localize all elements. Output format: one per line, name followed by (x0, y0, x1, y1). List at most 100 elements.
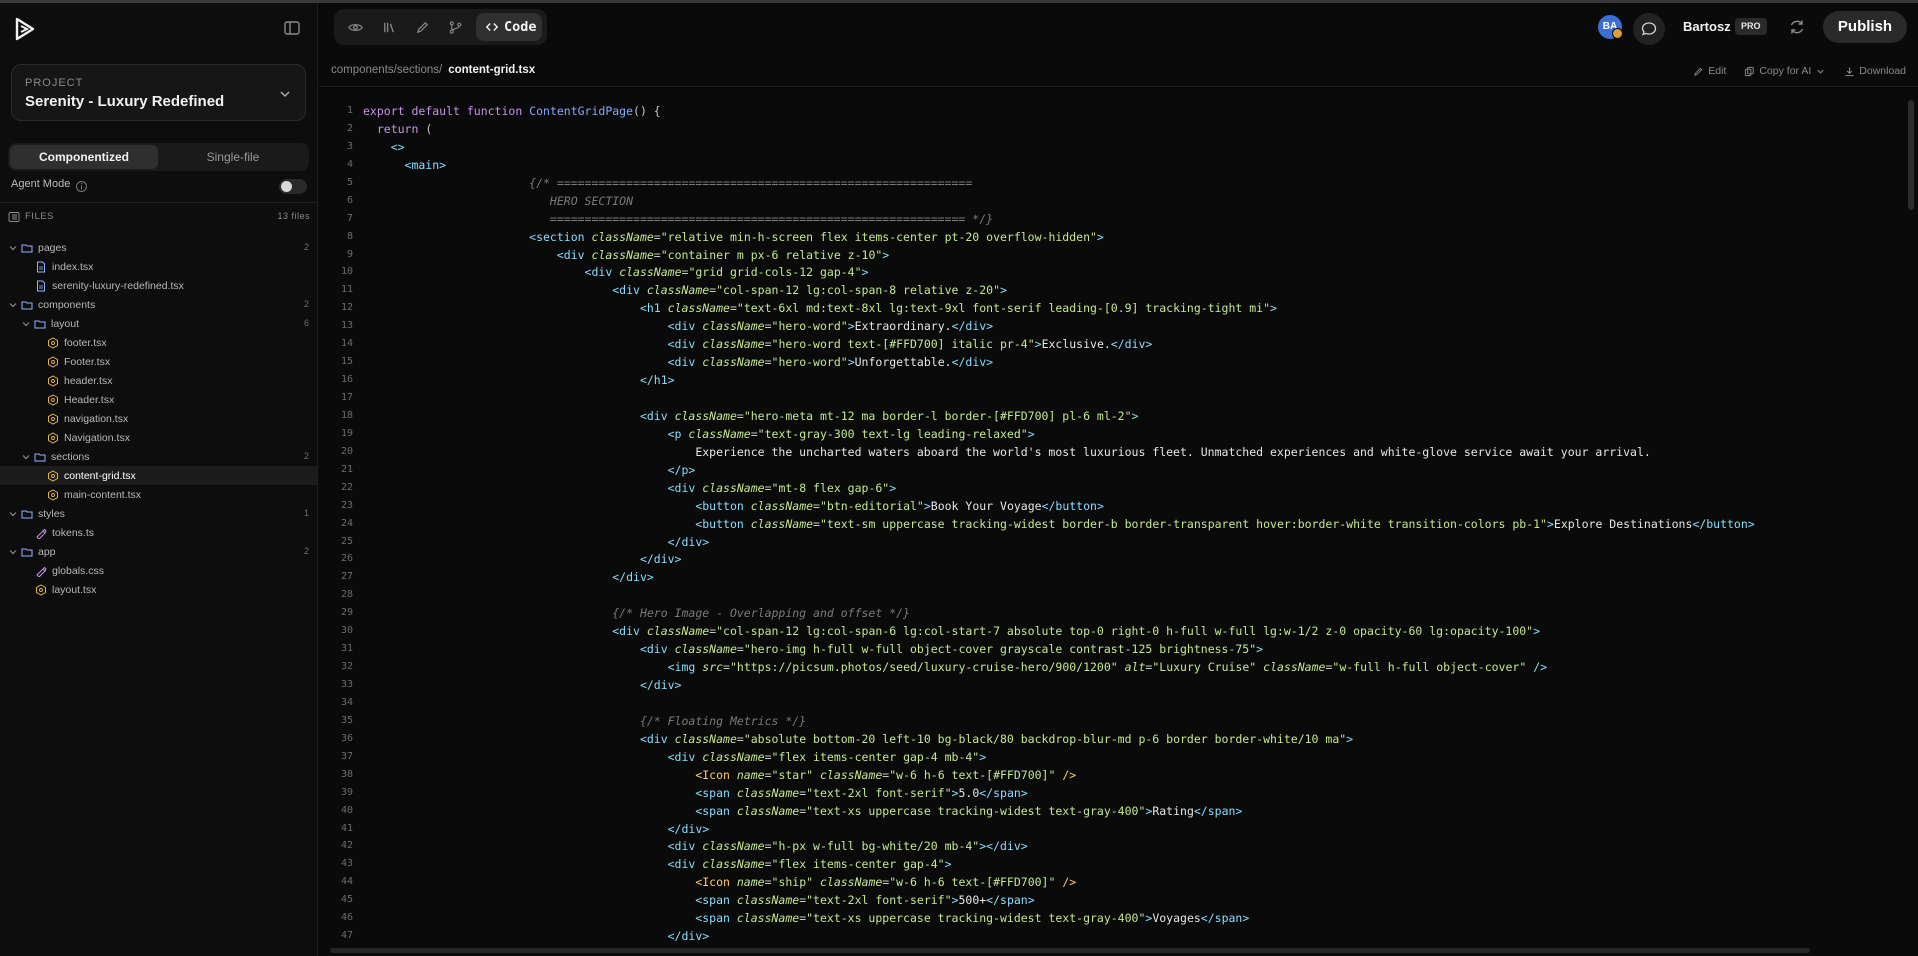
code-view-label: Code (504, 19, 537, 35)
folder-icon (34, 453, 46, 461)
vertical-scrollbar[interactable] (1908, 100, 1914, 210)
code-token: className (736, 803, 800, 818)
code-token: </div> (363, 552, 682, 567)
code-token: <div (363, 355, 703, 370)
code-token: Extraordinary. (854, 319, 952, 334)
publish-button[interactable]: Publish (1823, 11, 1907, 43)
file-navigation-lowercase[interactable]: navigation.tsx (0, 409, 317, 428)
file-index[interactable]: index.tsx (0, 257, 317, 276)
line-number: 37 (340, 750, 353, 762)
folder-app[interactable]: app 2 (0, 542, 317, 561)
git-branch-icon[interactable] (444, 16, 466, 38)
folder-sections[interactable]: sections 2 (0, 447, 317, 466)
edit-button[interactable]: Edit (1693, 64, 1726, 78)
component-icon (48, 374, 58, 387)
chat-button[interactable] (1633, 13, 1665, 45)
code-token: "text-sm uppercase tracking-widest borde… (819, 516, 1547, 531)
code-token: "hero-img h-full w-full object-cover gra… (743, 642, 1257, 657)
component-icon (48, 469, 58, 482)
refresh-icon[interactable] (1787, 17, 1807, 37)
folder-components[interactable]: components 2 (0, 295, 317, 314)
code-token: className (688, 426, 751, 441)
code-token: "text-2xl font-serif" (806, 893, 952, 908)
file-label: index.tsx (52, 260, 94, 273)
file-tokens[interactable]: tokens.ts (0, 523, 317, 542)
info-icon[interactable] (75, 180, 88, 193)
code-token: HERO SECTION (363, 193, 634, 208)
code-token: "text-xs uppercase tracking-widest text-… (806, 911, 1146, 926)
code-token: className (702, 480, 765, 495)
code-token: = (653, 247, 661, 262)
code-token: className (674, 408, 737, 423)
file-serenity-luxury-redefined[interactable]: serenity-luxury-redefined.tsx (0, 276, 317, 295)
file-footer-lowercase[interactable]: footer.tsx (0, 333, 317, 352)
code-token: </span> (986, 893, 1035, 908)
user-name[interactable]: Bartosz (1683, 19, 1731, 34)
code-text: <div className="container m px-6 relativ… (363, 246, 889, 264)
code-token: Book Your Voyage (930, 498, 1042, 513)
code-token: className (702, 337, 765, 352)
code-token: /> (1055, 875, 1077, 890)
agent-mode-switch[interactable] (279, 179, 307, 194)
file-label: Header.tsx (64, 393, 115, 406)
file-footer-uppercase[interactable]: Footer.tsx (0, 352, 317, 371)
folder-icon (21, 510, 33, 518)
code-token: </div> (363, 678, 682, 692)
code-editor[interactable]: 1 export default function ContentGridPage… (320, 102, 1908, 945)
code-token: > (882, 247, 890, 262)
code-text: <div className="absolute bottom-20 left-… (363, 730, 1353, 748)
file-main-content[interactable]: main-content.tsx (0, 485, 317, 504)
code-token: = (764, 337, 772, 352)
project-selector[interactable]: PROJECT Serenity - Luxury Redefined (11, 64, 306, 121)
file-navigation-uppercase[interactable]: Navigation.tsx (0, 428, 317, 447)
code-token: </div> (363, 534, 710, 549)
code-token: <main> (363, 157, 447, 172)
code-token: > (923, 498, 931, 513)
line-number: 10 (340, 266, 353, 278)
file-label: tokens.ts (52, 526, 95, 539)
folder-pages[interactable]: pages 2 (0, 238, 317, 257)
sidebar-collapse-icon[interactable] (283, 19, 301, 37)
plan-badge: PRO (1735, 18, 1767, 35)
horizontal-scrollbar[interactable] (330, 948, 1810, 953)
code-view-button[interactable]: Code (476, 13, 542, 41)
file-header-uppercase[interactable]: Header.tsx (0, 390, 317, 409)
file-layout[interactable]: layout.tsx (0, 580, 317, 599)
code-text: </p> (363, 461, 696, 479)
code-text: <div className="hero-word">Extraordinary… (363, 317, 993, 335)
code-line: 11 <div className="col-span-12 lg:col-sp… (320, 281, 1908, 299)
library-icon[interactable] (378, 16, 400, 38)
code-token: = (764, 480, 772, 495)
code-token: <Icon (363, 875, 737, 890)
app-logo-icon[interactable] (12, 16, 38, 42)
file-globals[interactable]: globals.css (0, 561, 317, 580)
line-number: 35 (340, 714, 353, 726)
code-line: 10 <div className="grid grid-cols-12 gap… (320, 263, 1908, 281)
line-number: 26 (340, 553, 353, 565)
code-token: /> (1526, 660, 1548, 675)
code-token: = (736, 731, 744, 746)
pencil-icon[interactable] (411, 16, 433, 38)
code-token: () { (633, 104, 661, 118)
copy-for-ai-button[interactable]: Copy for AI (1744, 64, 1826, 78)
folder-styles[interactable]: styles 1 (0, 504, 317, 523)
code-token: </h1> (363, 373, 675, 388)
code-line: 6 HERO SECTION (320, 192, 1908, 210)
code-token: = (653, 229, 661, 244)
code-token: <button (363, 498, 751, 513)
single-file-option[interactable]: Single-file (159, 145, 307, 169)
copy-label: Copy for AI (1759, 65, 1812, 77)
preview-eye-icon[interactable] (344, 16, 366, 38)
code-token: "w-6 h-6 text-[#FFD700]" (889, 767, 1056, 782)
breadcrumb-path[interactable]: components/sections/ (331, 64, 442, 76)
file-content-grid[interactable]: content-grid.tsx (0, 466, 317, 485)
code-text: HERO SECTION (363, 192, 633, 210)
code-line: 27 </div> (320, 568, 1908, 586)
file-label: serenity-luxury-redefined.tsx (52, 279, 184, 292)
folder-layout[interactable]: layout 6 (0, 314, 317, 333)
download-button[interactable]: Download (1844, 64, 1906, 78)
code-line: 16 </h1> (320, 371, 1908, 389)
file-header-lowercase[interactable]: header.tsx (0, 371, 317, 390)
code-token: <div (363, 480, 703, 495)
componentized-option[interactable]: Componentized (10, 145, 158, 169)
